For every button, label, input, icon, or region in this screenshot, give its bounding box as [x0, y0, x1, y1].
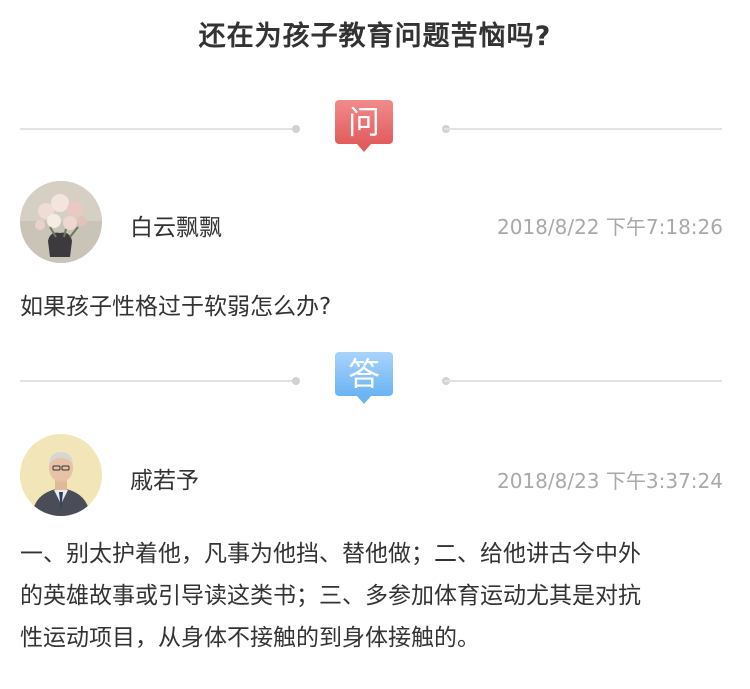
answerer-avatar[interactable] — [20, 434, 102, 516]
divider-line-left — [20, 128, 298, 130]
answerer-name[interactable]: 戚若予 — [130, 461, 199, 495]
answer-line: 一、别太护着他，凡事为他挡、替他做；二、给他讲古今中外 — [20, 541, 641, 567]
divider-dot-left — [292, 377, 300, 385]
divider-line-right — [444, 380, 722, 382]
asker-avatar[interactable] — [20, 181, 102, 263]
person-photo-image — [20, 434, 102, 516]
divider-line-right — [444, 128, 722, 130]
answer-text: 一、别太护着他，凡事为他挡、替他做；二、给他讲古今中外 的英雄故事或引导读这类书… — [20, 538, 730, 664]
page-title: 还在为孩子教育问题苦恼吗? — [198, 21, 552, 52]
answer-line: 性运动项目，从身体不接触的到身体接触的。 — [20, 625, 480, 651]
asker-name[interactable]: 白云飘飘 — [130, 208, 222, 242]
answer-timestamp: 2018/8/23 下午3:37:24 — [496, 469, 723, 493]
question-timestamp: 2018/8/22 下午7:18:26 — [496, 215, 723, 239]
divider-line-left — [20, 380, 298, 382]
question-text: 如果孩子性格过于软弱怎么办? — [20, 294, 332, 320]
question-divider: 问 — [20, 100, 722, 160]
flower-painting-image — [20, 181, 102, 263]
answer-divider: 答 — [20, 352, 722, 412]
answer-badge: 答 — [335, 352, 393, 404]
answer-line: 的英雄故事或引导读这类书；三、多参加体育运动尤其是对抗 — [20, 583, 641, 609]
ask-badge: 问 — [335, 100, 393, 152]
divider-dot-left — [292, 125, 300, 133]
